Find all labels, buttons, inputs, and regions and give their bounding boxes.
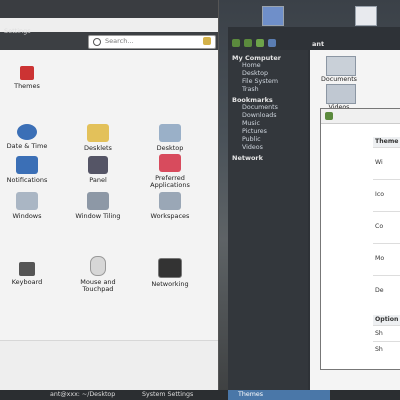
back-icon[interactable] [325, 112, 333, 120]
theme-row[interactable]: De [373, 275, 400, 306]
settings-window: Settings Search... Themes Date & Time De… [0, 0, 219, 390]
up-icon[interactable] [256, 39, 264, 47]
desktop-icon [159, 124, 181, 142]
location-breadcrumb[interactable]: ant [312, 40, 324, 48]
clear-icon[interactable] [203, 37, 211, 45]
panel-icon [88, 156, 108, 174]
sidebar-heading-bookmarks[interactable]: Bookmarks [232, 96, 273, 104]
home-icon[interactable] [268, 39, 276, 47]
info-icon [16, 156, 38, 174]
option-row[interactable]: Sh [373, 325, 400, 342]
taskbar: ant@xxx: ~/Desktop System Settings Theme… [0, 390, 400, 400]
desklets-icon [87, 124, 109, 142]
tiling-icon [87, 192, 109, 210]
section-hardware: Keyboard Mouse and Touchpad Networking [0, 236, 218, 341]
workspaces-icon [159, 192, 181, 210]
fm-toolbar [232, 38, 292, 48]
forward-icon[interactable] [244, 39, 252, 47]
theme-row[interactable]: Mo [373, 243, 400, 274]
option-row[interactable]: Sh [373, 341, 400, 358]
sidebar-item-pictures[interactable]: Pictures [242, 128, 267, 135]
sidebar-item-desktop[interactable]: Desktop [242, 70, 268, 77]
sidebar-item-trash[interactable]: Trash [242, 86, 259, 93]
sidebar-heading-my-computer[interactable]: My Computer [232, 54, 281, 62]
sidebar-heading-network[interactable]: Network [232, 154, 263, 162]
fm-sidebar: My Computer Home Desktop File System Tra… [228, 50, 308, 390]
folder-label: Documents [321, 76, 357, 83]
taskbar-item-terminal[interactable]: ant@xxx: ~/Desktop [40, 390, 136, 400]
sidebar-item-videos[interactable]: Videos [242, 144, 263, 151]
search-icon [93, 38, 101, 46]
taskbar-item-themes[interactable]: Themes [228, 390, 330, 400]
blue-folder-icon[interactable] [262, 6, 284, 26]
settings-item-date-time[interactable]: Date & Time [0, 124, 55, 150]
settings-item-mouse-touchpad[interactable]: Mouse and Touchpad [70, 256, 126, 293]
theme-row[interactable]: Wi [373, 147, 400, 178]
section-appearance: Themes [0, 50, 218, 111]
settings-titlebar[interactable] [0, 0, 218, 18]
settings-item-preferred-applications[interactable]: Preferred Applications [142, 154, 198, 189]
network-icon [158, 258, 182, 278]
search-input[interactable]: Search... [88, 35, 216, 49]
sidebar-item-home[interactable]: Home [242, 62, 261, 69]
settings-item-networking[interactable]: Networking [142, 258, 198, 288]
themes-window: Theme Wi Ico Co Mo De Option Sh Sh [320, 108, 400, 370]
back-icon[interactable] [232, 39, 240, 47]
mouse-icon [90, 256, 106, 276]
sidebar-item-filesystem[interactable]: File System [242, 78, 278, 85]
settings-item-notifications[interactable]: Notifications [0, 156, 55, 184]
settings-item-windows[interactable]: Windows [0, 192, 55, 220]
sidebar-item-public[interactable]: Public [242, 136, 261, 143]
folder-icon [326, 56, 356, 76]
section-preferences: Date & Time Desklets Desktop Notificatio… [0, 110, 218, 237]
window-title: Settings [4, 27, 31, 35]
theme-row[interactable]: Co [373, 211, 400, 242]
document-icon[interactable] [355, 6, 377, 26]
settings-item-window-tiling[interactable]: Window Tiling [70, 192, 126, 220]
folder-documents[interactable] [326, 56, 356, 76]
settings-item-panel[interactable]: Panel [70, 156, 126, 184]
windows-icon [16, 192, 38, 210]
keyboard-icon [19, 262, 35, 276]
clock-icon [17, 124, 37, 140]
sidebar-item-documents[interactable]: Documents [242, 104, 278, 111]
sidebar-item-music[interactable]: Music [242, 120, 260, 127]
themes-icon [20, 66, 34, 80]
settings-item-desklets[interactable]: Desklets [70, 124, 126, 152]
taskbar-item-system-settings[interactable]: System Settings [132, 390, 232, 400]
theme-row[interactable]: Ico [373, 179, 400, 210]
folder-icon [326, 84, 356, 104]
settings-item-workspaces[interactable]: Workspaces [142, 192, 198, 220]
sidebar-item-downloads[interactable]: Downloads [242, 112, 277, 119]
themes-titlebar[interactable] [321, 109, 400, 124]
folder-videos[interactable] [326, 84, 356, 104]
settings-item-themes[interactable]: Themes [0, 66, 55, 90]
settings-item-desktop[interactable]: Desktop [142, 124, 198, 152]
settings-item-keyboard[interactable]: Keyboard [0, 262, 55, 286]
heart-icon [159, 154, 181, 172]
